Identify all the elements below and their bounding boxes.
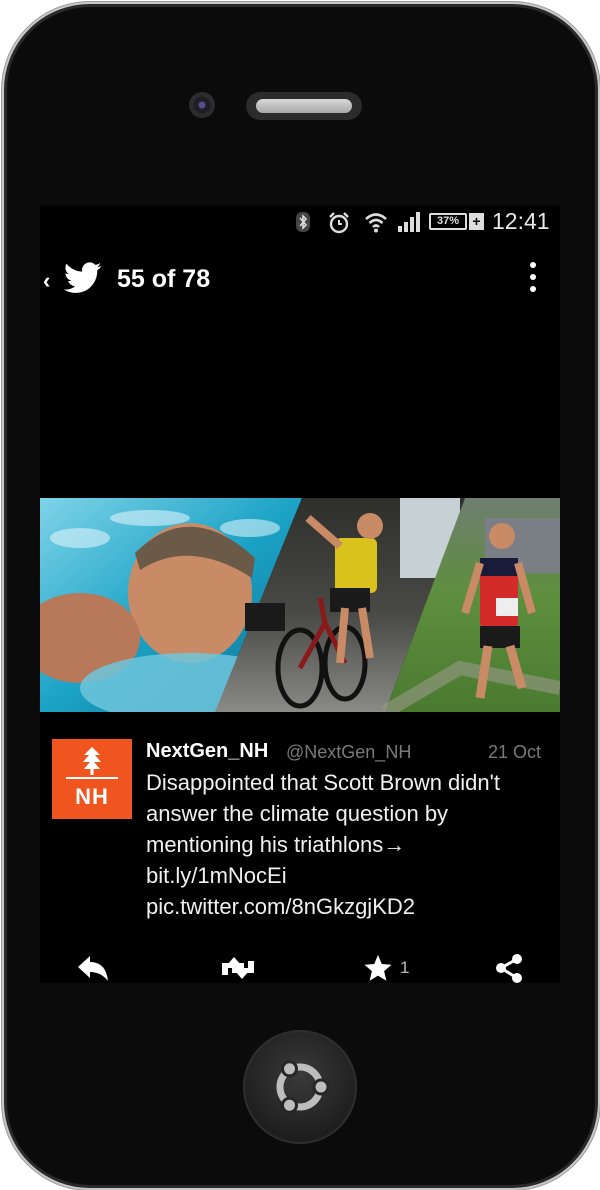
- avatar-text: NH: [75, 784, 109, 809]
- tweet-actions: 1: [40, 953, 560, 983]
- tweet-date: 21 Oct: [488, 742, 542, 762]
- status-clock: 12:41: [492, 208, 550, 234]
- home-button[interactable]: [243, 1030, 357, 1144]
- ubuntu-logo-icon: [276, 1060, 330, 1114]
- tweet-author-handle[interactable]: @NextGen_NH: [286, 742, 411, 763]
- alarm-icon: [329, 212, 349, 234]
- tweet-author-name[interactable]: NextGen_NH: [146, 740, 268, 763]
- tweet-pic-link[interactable]: pic.twitter.com/8nGkzgjKD2: [146, 891, 546, 922]
- avatar-divider: [66, 777, 118, 779]
- back-icon[interactable]: ‹: [43, 268, 50, 294]
- page-title: 55 of 78: [117, 265, 211, 293]
- overflow-menu-icon[interactable]: [528, 262, 538, 296]
- tweet-text: Disappointed that Scott Brown didn't ans…: [146, 767, 546, 922]
- top-bar: ‹ 55 of 78: [40, 255, 560, 303]
- tweet-photo[interactable]: [40, 498, 560, 712]
- tree-logo-icon: [83, 747, 101, 775]
- speaker-grill: [256, 99, 352, 113]
- reply-icon[interactable]: [76, 953, 110, 983]
- avatar[interactable]: NH: [52, 739, 132, 819]
- phone-screen: 37% + 12:41 ‹ 55 of 78 NH NextGen_NH @Ne…: [40, 205, 560, 983]
- status-bar: 37% + 12:41: [40, 205, 560, 237]
- charging-plus: +: [469, 213, 484, 230]
- favorite-icon[interactable]: [363, 953, 393, 983]
- battery-icon: 37%: [429, 213, 467, 230]
- tweet-text-line: answer the climate question by: [146, 801, 449, 826]
- tweet-text-line: Disappointed that Scott Brown didn't: [146, 770, 500, 795]
- front-camera: [189, 92, 215, 118]
- favorite-count: 1: [400, 958, 410, 977]
- signal-icon: [398, 212, 420, 232]
- tweet-text-line: mentioning his triathlons→: [146, 832, 406, 857]
- twitter-bird-icon[interactable]: [64, 262, 102, 294]
- tweet-link[interactable]: bit.ly/1mNocEi: [146, 860, 546, 891]
- tweet-photo-collage: [40, 498, 560, 712]
- share-icon[interactable]: [494, 953, 524, 983]
- bluetooth-icon: [296, 212, 310, 232]
- wifi-icon: [365, 213, 387, 233]
- retweet-icon[interactable]: [218, 953, 258, 983]
